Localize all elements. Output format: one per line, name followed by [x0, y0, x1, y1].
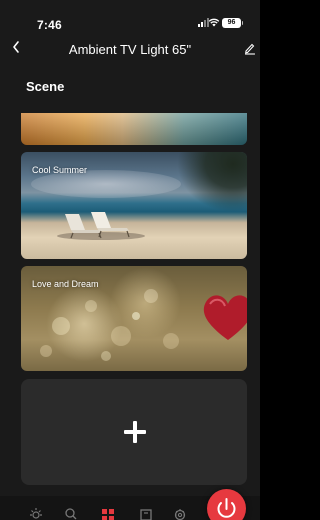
scene-card-love-and-dream[interactable]: Love and Dream: [21, 266, 247, 371]
add-scene-card[interactable]: [21, 379, 247, 485]
sun-icon[interactable]: [28, 506, 44, 520]
gear-icon[interactable]: [172, 506, 188, 520]
power-icon: [217, 498, 236, 518]
nav-bar: Ambient TV Light 65": [0, 36, 260, 60]
beach-chairs-image: [57, 212, 145, 240]
music-icon[interactable]: [138, 506, 154, 520]
wifi-icon: [208, 18, 220, 27]
app-screen: 7:46 96 Ambient TV Light 65" Scene Cool …: [0, 0, 260, 520]
scene-card[interactable]: [21, 113, 247, 145]
power-button[interactable]: [207, 489, 246, 520]
scene-image-palm: [177, 152, 247, 212]
page-title: Ambient TV Light 65": [68, 42, 192, 57]
scene-card-cool-summer[interactable]: Cool Summer: [21, 152, 247, 259]
plus-icon: [124, 421, 146, 443]
scene-label: Cool Summer: [32, 165, 88, 175]
search-icon[interactable]: [63, 506, 79, 520]
status-time: 7:46: [37, 18, 62, 32]
heart-image: [203, 295, 247, 340]
section-title: Scene: [26, 79, 65, 94]
battery-indicator: 96: [222, 18, 243, 28]
pencil-icon[interactable]: [244, 41, 256, 55]
status-bar: 7:46 96: [0, 0, 260, 34]
scene-label: Love and Dream: [32, 279, 99, 289]
scene-grid-icon[interactable]: [100, 506, 116, 520]
